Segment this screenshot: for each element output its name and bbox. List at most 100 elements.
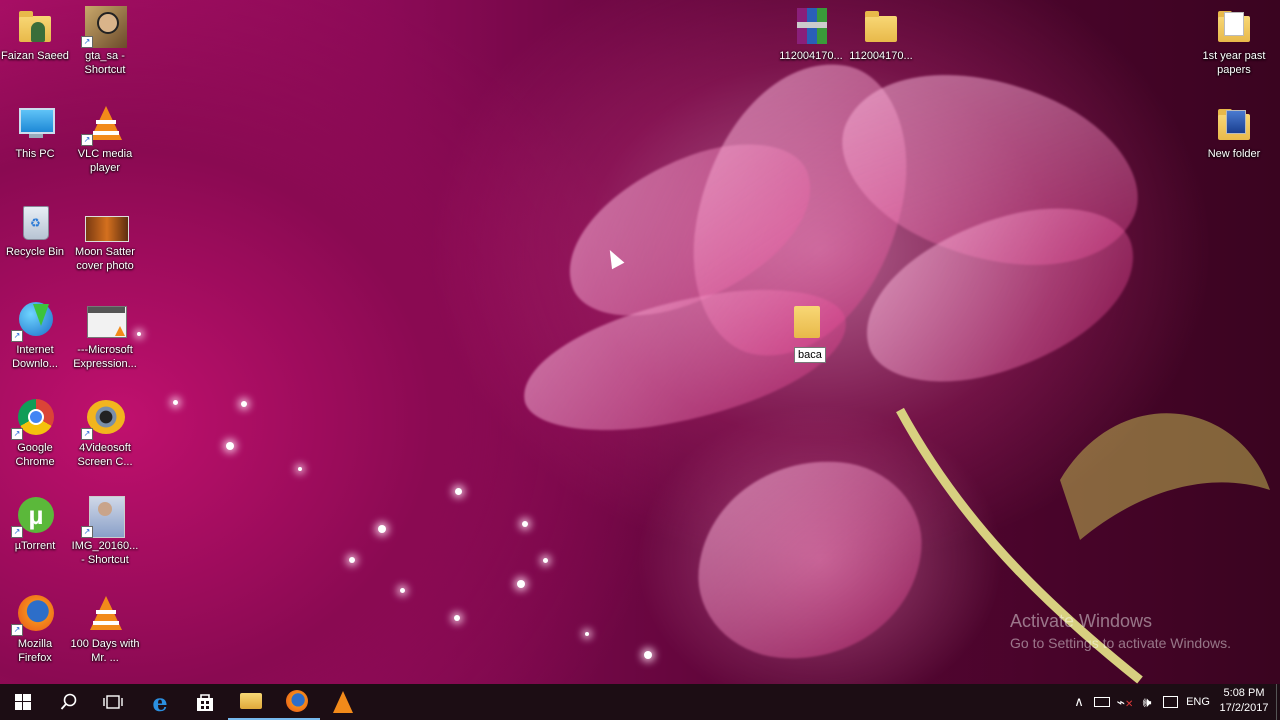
desktop-icon-moon-satter-cover-photo[interactable]: Moon Satter cover photo — [70, 202, 140, 273]
start-button[interactable] — [0, 684, 46, 720]
gta-icon: ↗ — [81, 6, 127, 48]
desktop-icon-label: Google Chrome — [15, 442, 55, 468]
desktop-icon-label: 100 Days with Mr. ... — [70, 638, 140, 664]
computer-icon — [15, 104, 55, 144]
desktop-icon-label: Internet Downlo... — [12, 344, 58, 370]
desktop-icon-label: µTorrent — [14, 540, 56, 552]
desktop-icon-img-shortcut[interactable]: ↗ IMG_20160... - Shortcut — [70, 496, 140, 567]
desktop-icon-label: 1st year past papers — [1202, 50, 1266, 76]
desktop-icon-label: 112004170... — [779, 50, 843, 62]
vlc-icon — [333, 691, 353, 713]
file-explorer-icon — [240, 693, 262, 709]
chrome-icon: ↗ — [11, 398, 55, 440]
task-view-icon — [103, 695, 123, 709]
desktop-icon-internet-download-manager[interactable]: ↗ Internet Downlo... — [0, 300, 70, 371]
sparkle — [585, 632, 589, 636]
webcam-icon: ↗ — [81, 398, 125, 440]
desktop-icon-folder-112004170[interactable]: 112004170... — [846, 6, 916, 63]
speaker-icon: 🕪 — [1142, 693, 1152, 710]
windows-logo-icon — [15, 694, 31, 710]
desktop-icon-4videosoft-screen-capture[interactable]: ↗ 4Videosoft Screen C... — [70, 398, 140, 469]
desktop-icon-microsoft-expression[interactable]: ---Microsoft Expression... — [70, 300, 140, 371]
sparkle — [378, 525, 386, 533]
clock-time: 5:08 PM — [1223, 687, 1265, 699]
input-language-button[interactable]: ENG — [1184, 684, 1212, 720]
desktop-icon-gta-sa-shortcut[interactable]: ↗ gta_sa - Shortcut — [70, 6, 140, 77]
firefox-icon: ↗ — [11, 594, 55, 636]
desktop-icon-label: This PC — [15, 148, 55, 160]
folder-icon — [1214, 6, 1254, 46]
user-folder-icon — [15, 6, 55, 46]
desktop-icon-utorrent[interactable]: µ ↗ µTorrent — [0, 496, 70, 553]
desktop-icon-google-chrome[interactable]: ↗ Google Chrome — [0, 398, 70, 469]
desktop-icon-label: IMG_20160... - Shortcut — [71, 540, 139, 566]
desktop-icon-label: 112004170... — [849, 50, 913, 62]
desktop[interactable]: Faizan Saeed This PC ♻ Recycle Bin ↗ Int… — [0, 0, 1280, 684]
folder-icon — [1214, 104, 1254, 144]
desktop-icon-this-pc[interactable]: This PC — [0, 104, 70, 161]
network-disconnected-icon: ⌁✕ — [1116, 693, 1134, 710]
desktop-icon-label: gta_sa - Shortcut — [84, 50, 126, 76]
desktop-icon-label: ---Microsoft Expression... — [73, 344, 137, 370]
clock-button[interactable]: 5:08 PM 17/2/2017 — [1214, 686, 1274, 718]
taskbar: e ∧ ⌁✕ 🕪 ENG 5:08 PM 17/2/2017 — [0, 684, 1280, 720]
desktop-icon-mozilla-firefox[interactable]: ↗ Mozilla Firefox — [0, 594, 70, 665]
search-icon — [60, 693, 77, 710]
clock-date: 17/2/2017 — [1219, 702, 1269, 714]
network-button[interactable]: ⌁✕ — [1114, 684, 1136, 720]
activate-windows-title: Activate Windows — [1010, 611, 1153, 631]
desktop-icon-1st-year-past-papers[interactable]: 1st year past papers — [1199, 6, 1269, 77]
folder-icon — [861, 6, 901, 46]
notification-icon — [1162, 696, 1178, 708]
desktop-icon-label: 4Videosoft Screen C... — [77, 442, 133, 468]
desktop-icon-label: Recycle Bin — [5, 246, 65, 258]
recycle-bin-icon: ♻ — [15, 202, 55, 242]
desktop-icon-label: Faizan Saeed — [1, 50, 69, 62]
sparkle — [644, 651, 652, 659]
store-bag-icon — [197, 694, 213, 711]
desktop-icon-vlc-media-player[interactable]: ↗ VLC media player — [70, 104, 140, 175]
folder-icon — [794, 306, 820, 338]
sparkle — [400, 588, 405, 593]
taskbar-file-explorer-button[interactable] — [228, 684, 274, 720]
activate-windows-subtitle: Go to Settings to activate Windows. — [1010, 635, 1231, 651]
show-hidden-icons-button[interactable]: ∧ — [1068, 684, 1090, 720]
desktop-icon-100-days-with-mr[interactable]: 100 Days with Mr. ... — [70, 594, 140, 665]
desktop-icon-recycle-bin[interactable]: ♻ Recycle Bin — [0, 202, 70, 259]
image-file-icon — [85, 202, 129, 242]
battery-icon — [1094, 697, 1110, 707]
taskbar-store-button[interactable] — [182, 684, 228, 720]
sparkle — [454, 615, 460, 621]
desktop-icon-rar-archive[interactable]: 112004170... — [776, 6, 846, 63]
winrar-archive-icon — [791, 6, 831, 46]
battery-button[interactable] — [1090, 684, 1114, 720]
sparkle — [349, 557, 355, 563]
sparkle — [455, 488, 462, 495]
language-label: ENG — [1186, 696, 1210, 708]
sparkle — [298, 467, 302, 471]
action-center-button[interactable] — [1158, 684, 1182, 720]
volume-button[interactable]: 🕪 — [1136, 684, 1158, 720]
sparkle — [241, 401, 247, 407]
taskbar-edge-button[interactable]: e — [137, 684, 183, 720]
desktop-icon-label: Mozilla Firefox — [17, 638, 53, 664]
vlc-file-icon — [85, 594, 125, 634]
idm-icon: ↗ — [11, 300, 55, 342]
taskbar-vlc-button[interactable] — [320, 684, 366, 720]
desktop-icon-new-folder[interactable]: New folder — [1199, 104, 1269, 161]
taskbar-firefox-button[interactable] — [274, 684, 320, 720]
desktop-icon-label: New folder — [1207, 148, 1261, 160]
photo-icon: ↗ — [81, 496, 125, 538]
chevron-up-icon: ∧ — [1074, 694, 1084, 709]
desktop-icon-faizan-saeed[interactable]: Faizan Saeed — [0, 6, 70, 63]
task-view-button[interactable] — [90, 684, 136, 720]
utorrent-icon: µ ↗ — [11, 496, 55, 538]
edge-icon: e — [152, 687, 168, 717]
desktop-icon-label: VLC media player — [77, 148, 133, 174]
vlc-icon: ↗ — [81, 104, 125, 146]
show-desktop-button[interactable] — [1276, 684, 1280, 720]
desktop-icon-baca[interactable]: baca — [790, 300, 830, 364]
sparkle — [522, 521, 528, 527]
application-window-icon — [85, 300, 127, 340]
search-button[interactable] — [46, 684, 92, 720]
